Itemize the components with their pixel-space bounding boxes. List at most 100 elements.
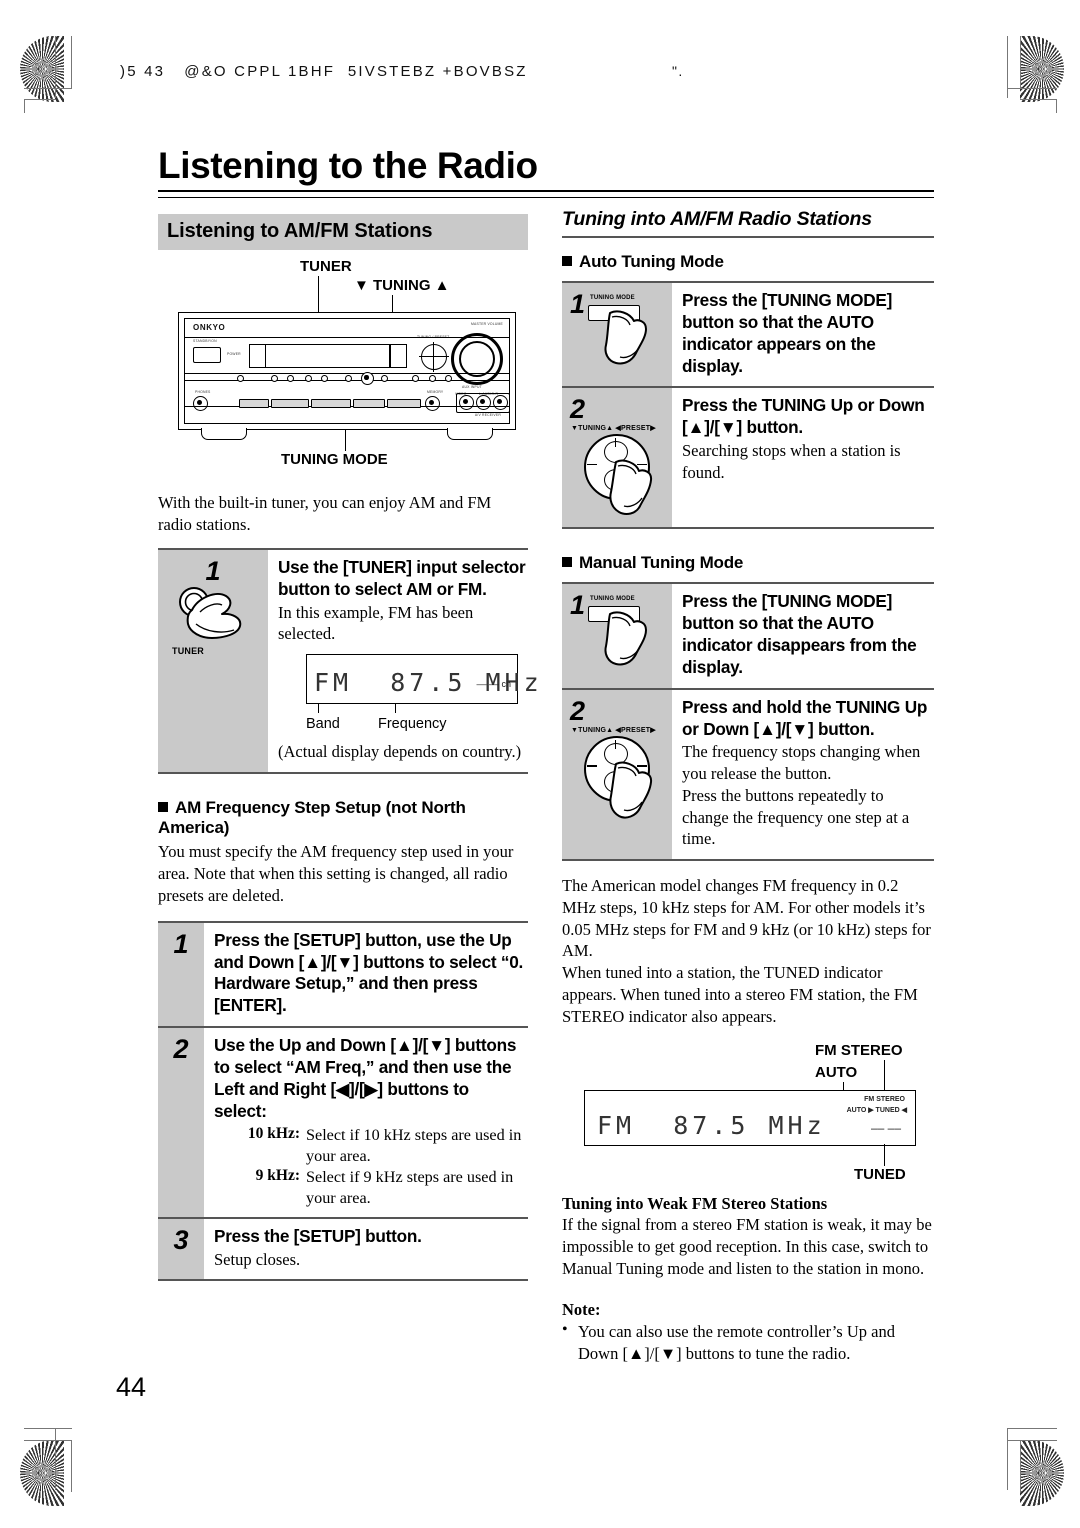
cabinet-foot xyxy=(447,428,493,440)
leader-line-tuned xyxy=(884,1144,886,1167)
crop-line xyxy=(1007,88,1057,90)
square-bullet-icon xyxy=(562,256,572,266)
registration-mark-bottom-right xyxy=(968,1452,1002,1486)
standby-text: STANDBY/ON xyxy=(193,339,217,343)
aux-video-jack[interactable] xyxy=(459,395,474,410)
section-heading-tuning: Tuning into AM/FM Radio Stations xyxy=(562,208,934,238)
steps-table-auto-tuning: 1 TUNING MODE Press the [TUNING MODE] bu… xyxy=(562,281,934,530)
step-instruction: Press the [SETUP] button. xyxy=(214,1226,422,1247)
tuned-display-figure: FM STEREO AUTO FM STEREO AUTO ▶ TUNED ◀ … xyxy=(562,1042,934,1192)
step-number: 2 xyxy=(570,695,586,726)
input-selector-dot[interactable] xyxy=(429,375,436,382)
registration-mark-left-lower xyxy=(21,1378,55,1412)
hand-pressing-button-icon xyxy=(600,307,660,369)
running-header-right: ". xyxy=(672,63,684,79)
registration-mark-right-middle xyxy=(1024,745,1058,779)
display-indicator-line1: FM STEREO xyxy=(864,1096,905,1104)
leader-line-auto xyxy=(843,1082,845,1091)
step-row: 2 ▼TUNING▲ ◀PRESET▶ xyxy=(562,388,934,530)
display-leader-frequency xyxy=(395,704,397,714)
registration-mark-bottom-left xyxy=(73,1452,107,1486)
input-selector-dot[interactable] xyxy=(237,375,244,382)
step-row: 1 TUNER Use the [TUNER] input selector b… xyxy=(158,549,539,774)
input-selector-dot[interactable] xyxy=(412,375,419,382)
callout-label-auto: AUTO xyxy=(815,1064,858,1082)
input-selector-dot[interactable] xyxy=(345,375,352,382)
input-selector-dot[interactable] xyxy=(287,375,294,382)
tuned-indicator-paragraph: When tuned into a station, the TUNED ind… xyxy=(562,963,918,1027)
step-number-cell: 1 TUNING MODE xyxy=(562,584,672,688)
left-column: Listening to AM/FM Stations TUNER ▼ TUNI… xyxy=(158,214,539,1282)
input-selector-dot[interactable] xyxy=(321,375,328,382)
starburst-mark-bottom-left xyxy=(20,1440,64,1506)
option-value: Select if 10 kHz steps are used in your … xyxy=(306,1126,522,1165)
display-example-figure: FM 87.5 MHz –– –– ch xyxy=(306,654,539,705)
step-instruction: Press the [TUNING MODE] button so that t… xyxy=(682,591,917,677)
panel-key[interactable] xyxy=(311,399,351,408)
master-volume-text: MASTER VOLUME xyxy=(471,322,503,326)
step-instruction: Press and hold the TUNING Up or Down [▲]… xyxy=(682,696,928,739)
input-selector-dot[interactable] xyxy=(445,375,452,382)
note-item: • You can also use the remote controller… xyxy=(562,1321,934,1365)
aux-audio-r-jack[interactable] xyxy=(493,395,508,410)
input-selector-dot[interactable] xyxy=(305,375,312,382)
leader-line-fm-stereo xyxy=(884,1060,886,1091)
standby-power-button[interactable] xyxy=(193,347,221,363)
step-number: 2 xyxy=(570,394,586,425)
hand-pressing-navpad-icon xyxy=(606,760,668,822)
crop-line xyxy=(1020,1440,1022,1492)
callout-label-tuning: ▼ TUNING ▲ xyxy=(354,277,450,294)
input-selector-dot[interactable] xyxy=(271,375,278,382)
option-row: 10 kHz: Select if 10 kHz steps are used … xyxy=(214,1125,526,1166)
step-body-cell: Press the [SETUP] button. Setup closes. xyxy=(204,1219,528,1279)
input-selector-dot[interactable] xyxy=(381,375,388,382)
registration-mark-right-lower xyxy=(1024,1378,1058,1412)
tuning-preset-pad-label: ▼TUNING▲ ◀PRESET▶ xyxy=(571,726,656,734)
crop-line xyxy=(1007,1428,1057,1430)
crop-line xyxy=(1007,1440,1057,1442)
crop-line xyxy=(24,99,56,101)
registration-mark-top-right xyxy=(968,52,1002,86)
manual-tuning-heading: Manual Tuning Mode xyxy=(562,553,934,573)
step-detail: In this example, FM has been selected. xyxy=(278,602,474,643)
option-key: 10 kHz: xyxy=(247,1125,300,1143)
step-instruction: Press the [SETUP] button, use the Up and… xyxy=(214,929,524,1016)
starburst-mark-bottom-right xyxy=(1020,1440,1064,1506)
registration-mark-top-left xyxy=(73,52,107,86)
step-number-cell: 1 TUNING MODE xyxy=(562,283,672,387)
note-heading: Note: xyxy=(562,1300,601,1319)
tuning-mode-button-label: TUNING MODE xyxy=(590,596,635,603)
aux-audio-l-jack[interactable] xyxy=(476,395,491,410)
step-body-cell: Press the [TUNING MODE] button so that t… xyxy=(672,283,934,386)
running-header-left: )5 43 @&O CPPL 1BHF 5IVSTEBZ +BOVBSZ xyxy=(120,63,528,80)
receiver-figure: TUNER ▼ TUNING ▲ TUNING MODE ONKYO STAND… xyxy=(158,256,528,474)
master-volume-knob[interactable] xyxy=(451,333,503,385)
step-detail: Searching stops when a station is found. xyxy=(682,441,901,482)
tuning-preset-navpad[interactable] xyxy=(419,342,449,372)
step-number: 2 xyxy=(173,1034,189,1065)
panel-key[interactable] xyxy=(353,399,385,408)
frequency-steps-paragraph: The American model changes FM frequency … xyxy=(562,875,931,961)
crop-line xyxy=(24,1440,72,1442)
tuning-mode-key[interactable] xyxy=(387,399,421,408)
square-bullet-icon xyxy=(158,801,168,812)
panel-key[interactable] xyxy=(239,399,269,408)
navpad-tick xyxy=(614,438,616,448)
headphone-jack[interactable] xyxy=(193,396,208,411)
auto-tuning-heading: Auto Tuning Mode xyxy=(562,252,934,272)
panel-key[interactable] xyxy=(271,399,309,408)
section-heading-am-fm: Listening to AM/FM Stations xyxy=(158,214,528,250)
crop-line xyxy=(71,1440,73,1492)
crop-line xyxy=(55,1428,57,1490)
crop-line xyxy=(24,88,72,90)
memory-jack[interactable] xyxy=(425,396,440,411)
tuner-input-selector-button[interactable] xyxy=(361,372,374,385)
steps-table-tuner: 1 TUNER Use the [TUNER] input selector b… xyxy=(158,547,539,774)
page-number: 44 xyxy=(116,1372,147,1402)
tuner-button-label: TUNER xyxy=(172,645,204,656)
hand-pressing-navpad-icon xyxy=(606,458,668,518)
crop-line xyxy=(1020,99,1057,101)
cabinet-foot xyxy=(201,428,247,440)
step-body-cell: Use the [TUNER] input selector button to… xyxy=(268,550,539,772)
navpad-tick xyxy=(614,739,616,749)
